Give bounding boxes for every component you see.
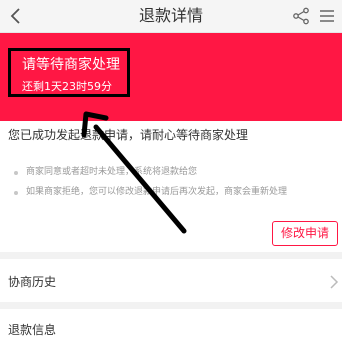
negotiation-history-row[interactable]: 协商历史 <box>0 262 342 302</box>
note-text: 如果商家拒绝，您可以修改退款申请后再次发起，商家会重新处理 <box>26 187 288 197</box>
share-icon[interactable] <box>291 6 311 26</box>
countdown-text: 还剩1天23时59分 <box>22 80 112 93</box>
section-divider <box>0 252 342 259</box>
status-message: 您已成功发起退款申请，请耐心等待商家处理 <box>8 128 249 142</box>
refund-info-row[interactable]: 退款信息 <box>0 310 342 350</box>
bullet-dot <box>14 191 18 195</box>
chevron-right-icon <box>330 275 339 289</box>
more-icon[interactable] <box>318 7 336 25</box>
row-label: 协商历史 <box>8 275 57 289</box>
section-divider <box>0 302 342 309</box>
status-banner: 请等待商家处理 还剩1天23时59分 <box>0 33 342 121</box>
modify-request-button[interactable]: 修改申请 <box>272 221 338 246</box>
note-text: 商家同意或者超时未处理，系统将退款给您 <box>26 167 198 177</box>
banner-title: 请等待商家处理 <box>22 57 120 73</box>
bullet-dot <box>14 171 18 175</box>
top-bar: 退款详情 <box>0 0 342 33</box>
row-label: 退款信息 <box>8 323 57 337</box>
